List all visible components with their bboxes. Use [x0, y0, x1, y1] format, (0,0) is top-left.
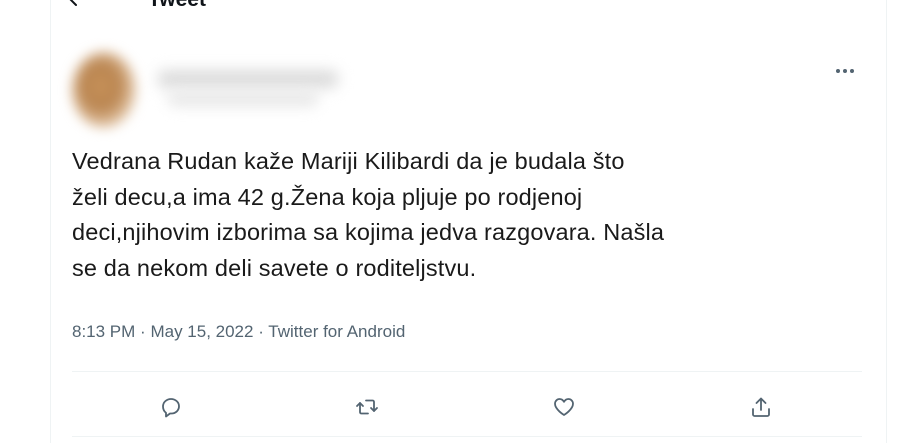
header-bar: Tweet [50, 0, 885, 14]
blurred-author-name[interactable] [138, 62, 353, 114]
tweet-text-line: se da nekom deli savete o roditeljstvu. [72, 254, 477, 281]
like-button[interactable] [547, 390, 581, 424]
share-icon [752, 397, 770, 417]
tweet-text: Vedrana Rudan kaže Mariji Kilibardi da j… [72, 144, 862, 286]
tweet-time[interactable]: 8:13 PM [72, 322, 135, 341]
arrow-left-icon[interactable] [68, 0, 90, 6]
tweet-date[interactable]: May 15, 2022 [150, 322, 253, 341]
tweet-meta: 8:13 PM · May 15, 2022 · Twitter for And… [72, 322, 405, 342]
action-bar [72, 384, 862, 428]
tweet-text-line: Vedrana Rudan kaže Mariji Kilibardi da j… [72, 148, 625, 174]
tweet-source[interactable]: Twitter for Android [268, 322, 405, 341]
like-icon [554, 398, 574, 416]
tweet-text-line: želi decu,a ima 42 g.Žena koja pljuje po… [72, 183, 583, 210]
page-title: Tweet [148, 0, 206, 12]
divider [72, 436, 862, 437]
more-options-icon[interactable] [836, 64, 858, 78]
tweet-text-line: deci,njihovim izborima sa kojima jedva r… [72, 219, 665, 245]
reply-icon [162, 398, 180, 418]
meta-separator: · [258, 322, 264, 341]
retweet-button[interactable] [350, 390, 384, 424]
meta-separator: · [140, 322, 146, 341]
divider [72, 371, 862, 372]
avatar[interactable] [72, 52, 136, 128]
share-button[interactable] [744, 390, 778, 424]
reply-button[interactable] [154, 390, 188, 424]
retweet-icon [356, 399, 378, 415]
